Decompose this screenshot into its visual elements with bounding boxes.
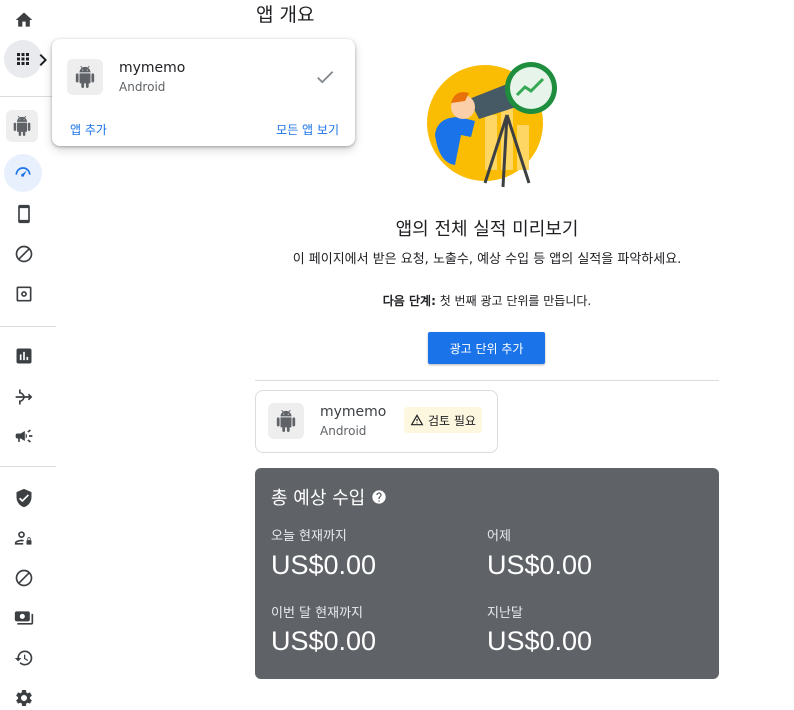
rail-divider bbox=[0, 326, 56, 327]
app-icon bbox=[67, 59, 103, 95]
android-icon bbox=[75, 66, 95, 88]
app-android-button[interactable] bbox=[6, 110, 38, 142]
phone-icon[interactable] bbox=[12, 202, 36, 226]
policy-shield-icon[interactable] bbox=[12, 486, 36, 510]
page-title: 앱 개요 bbox=[256, 4, 315, 26]
empty-state-description: 이 페이지에서 받은 요청, 노출수, 예상 수입 등 앱의 실적을 파악하세요… bbox=[292, 252, 682, 267]
next-step-body: 첫 번째 광고 단위를 만듭니다. bbox=[435, 294, 592, 308]
settings-box-icon[interactable] bbox=[12, 282, 36, 306]
this-month-value: US$0.00 bbox=[271, 626, 377, 656]
privacy-user-icon[interactable] bbox=[12, 526, 36, 550]
view-all-apps-link[interactable]: 모든 앱 보기 bbox=[276, 121, 339, 138]
left-nav-rail bbox=[0, 0, 56, 706]
rail-divider bbox=[0, 466, 56, 467]
section-divider bbox=[255, 380, 719, 381]
history-icon[interactable] bbox=[12, 646, 36, 670]
telescope-illustration bbox=[425, 55, 560, 190]
mediation-icon[interactable] bbox=[12, 385, 36, 409]
app-switcher-popup: mymemo Android 앱 추가 모든 앱 보기 bbox=[52, 39, 355, 146]
rail-divider bbox=[0, 96, 56, 97]
settings-icon[interactable] bbox=[12, 686, 36, 710]
app-card-platform: Android bbox=[320, 424, 367, 438]
chevron-right-icon[interactable] bbox=[38, 52, 50, 66]
yesterday-value: US$0.00 bbox=[487, 550, 593, 580]
dashboard-icon bbox=[15, 167, 31, 177]
next-step-label: 다음 단계: bbox=[382, 294, 436, 308]
apps-switcher-button[interactable] bbox=[4, 40, 42, 78]
block-icon[interactable] bbox=[12, 242, 36, 266]
app-icon bbox=[268, 403, 304, 439]
popup-app-platform: Android bbox=[119, 80, 166, 94]
review-needed-badge[interactable]: 검토 필요 bbox=[404, 407, 482, 433]
today-label: 오늘 현재까지 bbox=[271, 529, 347, 544]
block-icon-2[interactable] bbox=[12, 566, 36, 590]
earnings-title: 총 예상 수입 bbox=[271, 484, 387, 510]
today-value: US$0.00 bbox=[271, 550, 377, 580]
empty-state-title: 앱의 전체 실적 미리보기 bbox=[395, 219, 579, 240]
add-ad-unit-button[interactable]: 광고 단위 추가 bbox=[428, 332, 545, 364]
last-month-value: US$0.00 bbox=[487, 626, 593, 656]
earnings-title-text: 총 예상 수입 bbox=[271, 488, 366, 509]
campaign-icon[interactable] bbox=[12, 424, 36, 448]
popup-app-name[interactable]: mymemo bbox=[119, 60, 185, 76]
app-card-name: mymemo bbox=[320, 404, 387, 420]
review-badge-label: 검토 필요 bbox=[428, 413, 476, 428]
next-step-text: 다음 단계: 첫 번째 광고 단위를 만듭니다. bbox=[255, 292, 719, 309]
check-icon bbox=[314, 66, 336, 88]
this-month-label: 이번 달 현재까지 bbox=[271, 606, 363, 621]
app-overview-nav[interactable] bbox=[4, 154, 42, 192]
payments-icon[interactable] bbox=[12, 606, 36, 630]
help-icon[interactable] bbox=[371, 489, 387, 505]
android-icon bbox=[276, 410, 296, 432]
warning-icon bbox=[410, 414, 424, 426]
bar-chart-icon[interactable] bbox=[12, 344, 36, 368]
add-app-link[interactable]: 앱 추가 bbox=[70, 121, 107, 138]
apps-grid-icon bbox=[17, 53, 29, 65]
estimated-earnings-card: 총 예상 수입 오늘 현재까지 US$0.00 어제 US$0.00 이번 달 … bbox=[255, 468, 719, 679]
home-icon[interactable] bbox=[12, 8, 36, 32]
yesterday-label: 어제 bbox=[487, 529, 511, 544]
last-month-label: 지난달 bbox=[487, 606, 523, 621]
app-card[interactable]: mymemo Android 검토 필요 bbox=[255, 390, 498, 453]
android-icon bbox=[13, 116, 31, 136]
